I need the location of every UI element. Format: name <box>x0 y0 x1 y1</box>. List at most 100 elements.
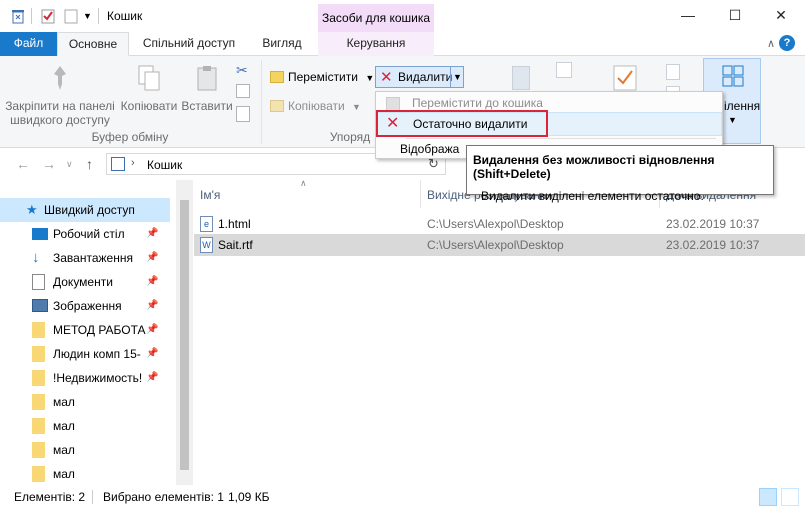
nav-item-folder[interactable]: !Недвижимость! 📌 <box>0 366 170 390</box>
table-row[interactable]: W Sait.rtf C:\Users\Alexpol\Desktop 23.0… <box>194 234 805 256</box>
move-to-label: Перемістити <box>288 70 358 84</box>
move-to-button[interactable]: Перемістити ▼ <box>268 67 374 87</box>
documents-icon <box>32 274 45 290</box>
move-to-dropdown-icon: ▼ <box>365 73 375 83</box>
nav-item-downloads[interactable]: ↓ Завантаження 📌 <box>0 246 170 270</box>
nav-item-folder[interactable]: Людин комп 15- 📌 <box>0 342 170 366</box>
nav-label: !Недвижимость! <box>53 371 143 385</box>
column-separator <box>420 180 421 208</box>
pin-icon: 📌 <box>146 228 159 239</box>
nav-label: мал <box>53 467 75 481</box>
customize-qa-dropdown-icon[interactable]: ▼ <box>83 8 99 24</box>
delete-label: Видалити <box>398 70 453 84</box>
recycle-menu-icon <box>386 97 400 111</box>
nav-item-quick-access[interactable]: ★ Швидкий доступ <box>0 198 170 222</box>
up-arrow-icon[interactable]: ↑ <box>86 156 93 172</box>
pin-label: Закріпити на панелі швидкого доступу <box>5 99 115 127</box>
tab-home[interactable]: Основне <box>57 32 129 56</box>
paste-button[interactable]: Вставити <box>180 64 234 113</box>
ribbon-collapse-icon[interactable]: ∧ <box>767 37 775 50</box>
file-name: Sait.rtf <box>218 238 253 252</box>
nav-item-desktop[interactable]: Робочий стіл 📌 <box>0 222 170 246</box>
ribbon-tabs: Файл Основне Спільний доступ Вигляд Керу… <box>0 32 805 56</box>
tab-manage[interactable]: Керування <box>318 32 434 56</box>
back-arrow-icon[interactable]: ← <box>16 156 30 172</box>
paste-label: Вставити <box>181 99 233 113</box>
properties-large-icon[interactable] <box>612 64 638 92</box>
tooltip-title: Видалення без можливості відновлення (Sh… <box>473 153 715 181</box>
paste-shortcut-icon[interactable] <box>236 106 250 122</box>
properties-icon[interactable] <box>40 8 56 24</box>
delete-dropdown-icon[interactable]: ▼ <box>450 67 464 87</box>
pin-icon: 📌 <box>146 276 159 287</box>
copy-to-icon <box>270 100 284 112</box>
tooltip: Видалення без можливості відновлення (Sh… <box>466 145 774 203</box>
nav-item-folder[interactable]: мал <box>0 390 170 414</box>
window-title: Кошик <box>107 9 143 23</box>
large-icons-view-icon[interactable] <box>781 488 799 506</box>
nav-label: мал <box>53 395 75 409</box>
selected-count: Вибрано елементів: 1 <box>103 490 224 504</box>
nav-label: Документи <box>53 275 113 289</box>
maximize-button[interactable]: ☐ <box>712 0 758 30</box>
details-view-icon[interactable] <box>759 488 777 506</box>
nav-item-folder[interactable]: мал <box>0 462 170 485</box>
nav-label: мал <box>53 443 75 457</box>
status-separator <box>92 490 93 504</box>
folder-icon <box>32 418 45 434</box>
close-button[interactable]: ✕ <box>758 0 804 30</box>
nav-label: Робочий стіл <box>53 227 125 241</box>
nav-label: Швидкий доступ <box>44 203 135 217</box>
folder-icon <box>32 346 45 362</box>
nav-item-folder[interactable]: мал <box>0 414 170 438</box>
cut-icon[interactable]: ✂ <box>236 62 248 79</box>
nav-item-documents[interactable]: Документи 📌 <box>0 270 170 294</box>
nav-scrollbar[interactable] <box>176 180 193 485</box>
highlight-box <box>376 110 548 137</box>
forward-arrow-icon[interactable]: → <box>42 156 56 172</box>
folder-icon <box>32 394 45 410</box>
open-icon[interactable] <box>666 64 680 80</box>
folder-icon <box>32 466 45 482</box>
table-row[interactable]: e 1.html C:\Users\Alexpol\Desktop 23.02.… <box>194 213 805 235</box>
nav-label: Зображення <box>53 299 122 313</box>
copy-path-icon[interactable] <box>236 84 250 98</box>
copy-icon <box>120 64 178 95</box>
copy-to-label: Копіювати <box>288 99 345 113</box>
address-chevron-icon: › <box>131 157 135 169</box>
copy-to-button[interactable]: Копіювати ▼ <box>268 96 361 116</box>
tab-view[interactable]: Вигляд <box>250 32 314 56</box>
title-separator <box>98 8 99 24</box>
pictures-icon <box>32 299 48 312</box>
tab-share[interactable]: Спільний доступ <box>132 32 246 56</box>
delete-button[interactable]: ✕ Видалити ▼ <box>375 66 464 88</box>
new-item-icon[interactable] <box>556 62 572 78</box>
minimize-button[interactable]: — <box>665 0 711 30</box>
nav-label: Завантаження <box>53 251 133 265</box>
select-dropdown-icon: ▼ <box>728 115 737 125</box>
group-separator <box>261 60 262 144</box>
folder-icon <box>32 370 45 386</box>
rtf-file-icon: W <box>200 237 213 253</box>
new-folder-icon[interactable] <box>63 8 79 24</box>
html-file-icon: e <box>200 216 213 232</box>
nav-item-folder[interactable]: мал <box>0 438 170 462</box>
nav-item-folder[interactable]: МЕТОД РАБОТА 📌 <box>0 318 170 342</box>
organize-group-label: Упоряд <box>329 130 371 144</box>
file-list: ∧ Ім'я Вихідне розташування Дата видален… <box>194 178 805 485</box>
nav-item-pictures[interactable]: Зображення 📌 <box>0 294 170 318</box>
help-icon[interactable]: ? <box>779 35 795 51</box>
recycle-bin-icon <box>10 8 26 24</box>
items-count: Елементів: 2 <box>14 490 86 504</box>
pin-quick-access-button[interactable]: Закріпити на панелі швидкого доступу <box>4 64 116 127</box>
column-header-name[interactable]: Ім'я <box>200 188 220 202</box>
nav-label: Людин комп 15- <box>53 347 141 361</box>
copy-button[interactable]: Копіювати <box>120 64 178 113</box>
recent-dropdown-icon[interactable]: ∨ <box>66 159 73 170</box>
scrollbar-thumb[interactable] <box>180 200 189 470</box>
selected-size: 1,09 КБ <box>228 490 270 504</box>
rename-icon[interactable] <box>512 66 530 90</box>
file-date: 23.02.2019 10:37 <box>666 217 760 231</box>
download-icon: ↓ <box>32 249 40 266</box>
tab-file[interactable]: Файл <box>0 32 57 56</box>
